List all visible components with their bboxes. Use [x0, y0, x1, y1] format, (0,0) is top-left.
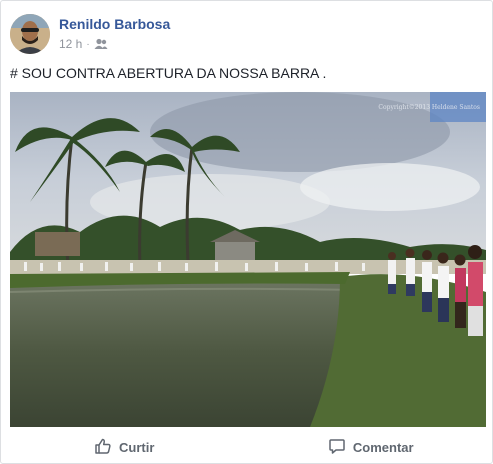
post-photo[interactable]: Copyright©2013 Heldene Santos	[10, 92, 486, 427]
like-button[interactable]: Curtir	[1, 431, 248, 463]
comment-icon	[328, 437, 346, 458]
friends-icon[interactable]	[94, 38, 108, 50]
comment-button[interactable]: Comentar	[248, 431, 493, 463]
post-actions-bar: Curtir Comentar	[1, 431, 493, 463]
post-text: # SOU CONTRA ABERTURA DA NOSSA BARRA .	[10, 65, 327, 81]
post-card: Renildo Barbosa 12 h · # SOU CONTRA ABER…	[0, 0, 493, 464]
thumbs-up-icon	[94, 437, 112, 458]
author-name[interactable]: Renildo Barbosa	[59, 16, 170, 32]
comment-label: Comentar	[352, 439, 414, 455]
author-avatar[interactable]	[10, 14, 50, 54]
post-meta: 12 h ·	[59, 37, 108, 51]
post-timestamp[interactable]: 12 h	[59, 37, 82, 51]
photo-watermark: Copyright©2013 Heldene Santos	[378, 104, 480, 111]
like-label: Curtir	[119, 439, 155, 455]
meta-separator: ·	[86, 38, 90, 50]
